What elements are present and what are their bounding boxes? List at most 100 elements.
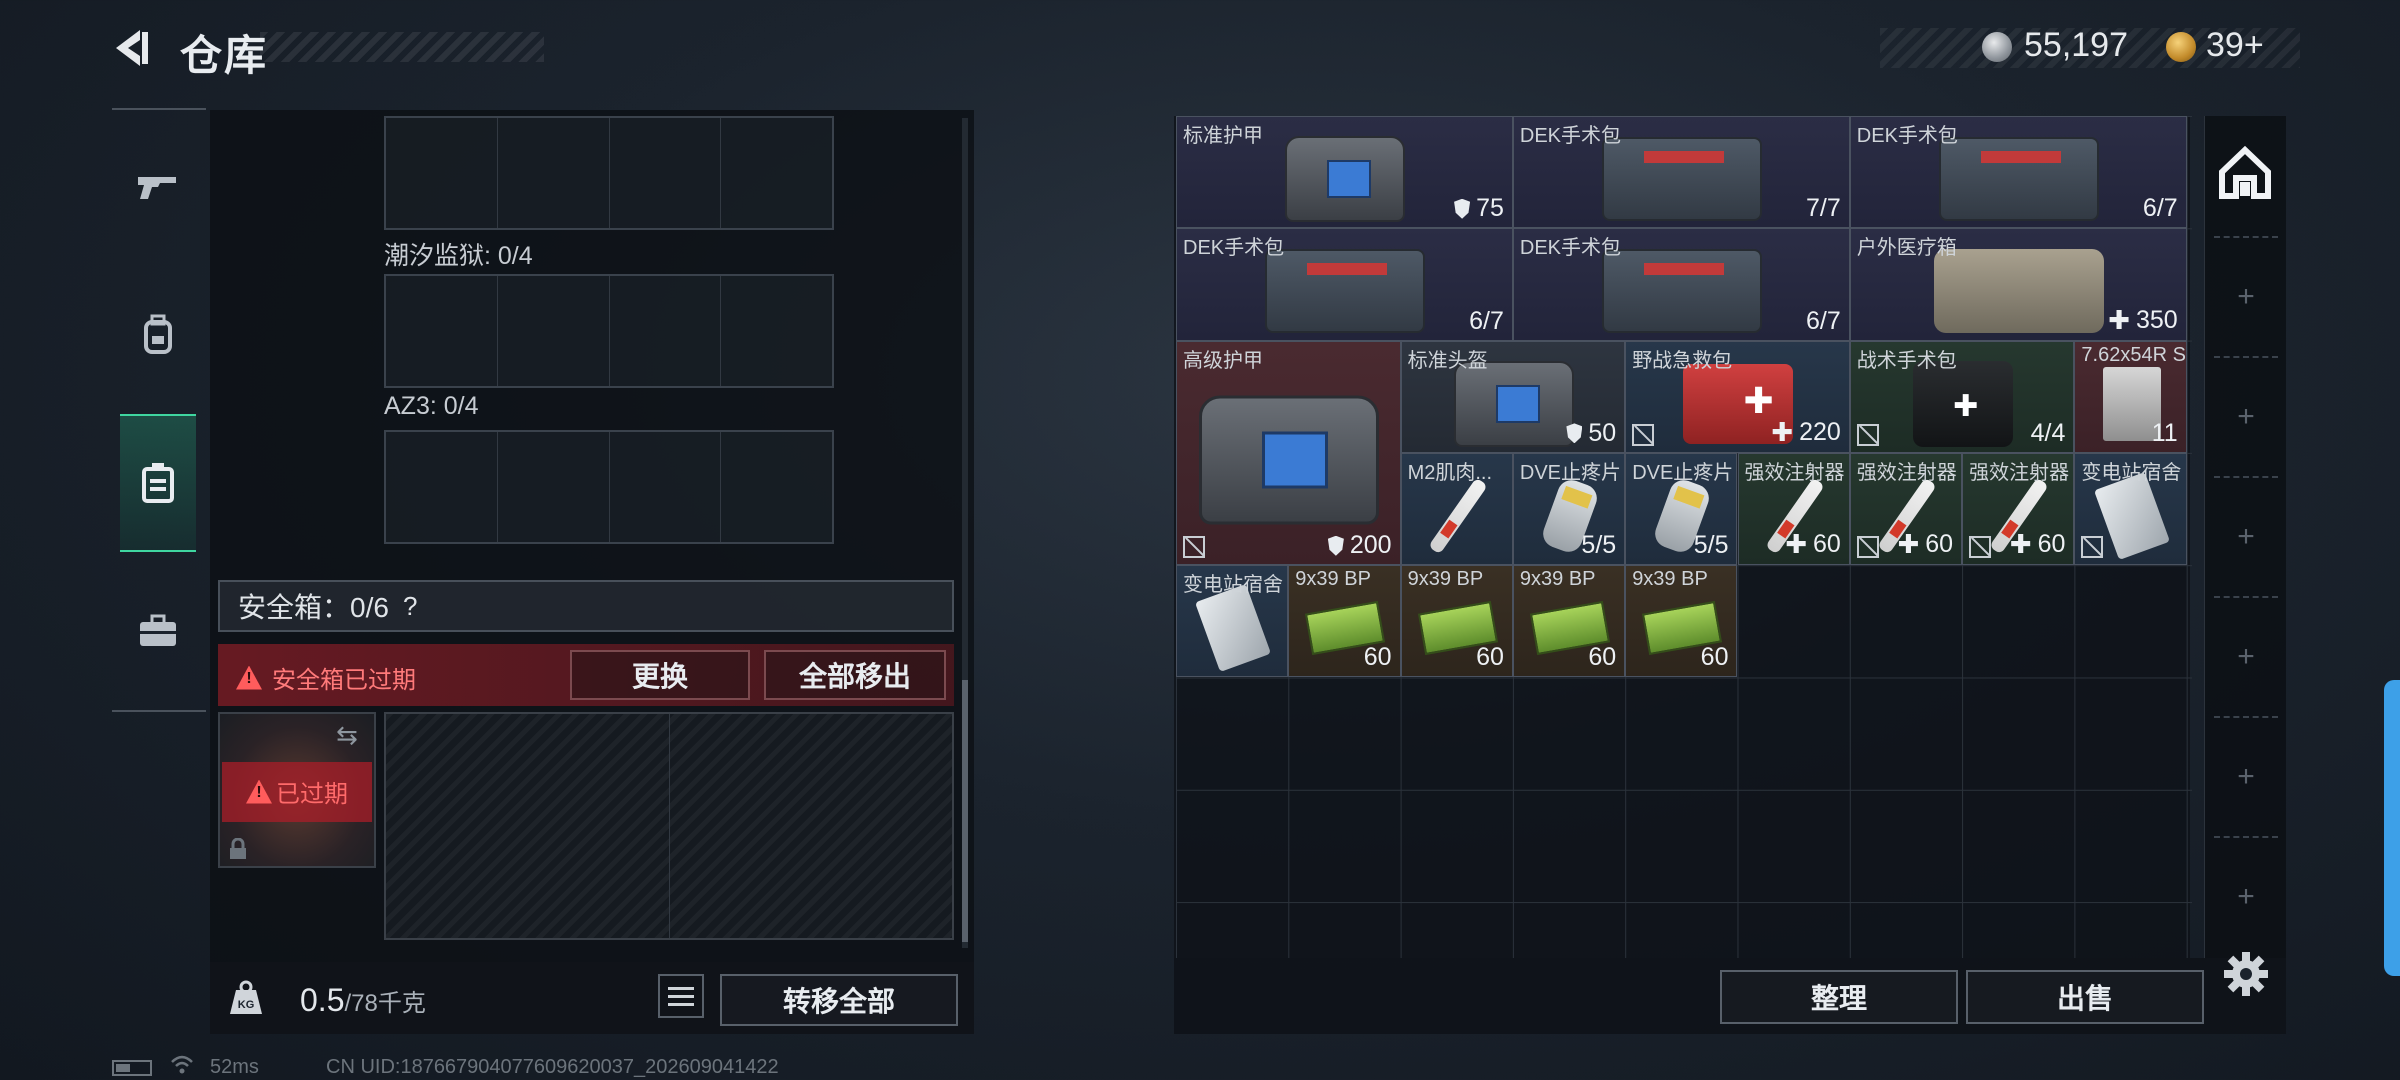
stash-item-value: ✚ 60 (2010, 529, 2066, 560)
nav-gear[interactable] (120, 288, 196, 382)
grid-slot[interactable] (386, 276, 498, 386)
stash-item[interactable]: 强效注射器 ✚ 60 (1849, 452, 1963, 566)
gold-amount[interactable]: 39+ (2206, 26, 2264, 65)
weight-readout: 0.5/78千克 (300, 982, 426, 1019)
stash-item[interactable]: DEK手术包 6/7 (1849, 116, 2187, 229)
stash-item-value-text: 4/4 (2030, 418, 2066, 447)
stash-item-value: 6/7 (1806, 307, 1841, 336)
list-view-button[interactable] (658, 974, 704, 1018)
stash-item[interactable]: 户外医疗箱 ✚ 350 (1849, 228, 2187, 341)
stash-item-name: 强效注射器 (1856, 461, 1957, 484)
add-tab-icon[interactable]: + (2234, 402, 2258, 432)
stash-item-value: ✚ 60 (1897, 529, 1953, 560)
grid-slot[interactable] (498, 432, 610, 542)
stash-item[interactable]: DEK手术包 6/7 (1512, 228, 1850, 341)
stash-item-value-text: 75 (1476, 194, 1504, 223)
grid-slot[interactable] (386, 118, 498, 228)
remove-all-button[interactable]: 全部移出 (764, 650, 946, 700)
stash-item[interactable]: DEK手术包 6/7 (1176, 228, 1513, 341)
edge-drawer-tab[interactable] (2384, 680, 2400, 976)
no-insure-icon (1856, 423, 1879, 446)
container-label: 潮汐监狱: 0/4 (384, 242, 533, 270)
add-tab-icon[interactable]: + (2234, 762, 2258, 792)
stash-item[interactable]: DEK手术包 7/7 (1512, 116, 1850, 229)
safe-slot[interactable] (670, 714, 953, 938)
stash-item-name: DVE止疼片 (1632, 461, 1734, 484)
stash-item-value-text: 220 (1799, 417, 1841, 446)
grid-slot[interactable] (610, 432, 722, 542)
stash-item[interactable]: 高级护甲 200 (1176, 340, 1401, 566)
container-grid[interactable] (384, 430, 834, 544)
replace-button[interactable]: 更换 (570, 650, 750, 700)
grid-slot[interactable] (721, 118, 832, 228)
stash-item[interactable]: 9x39 BP 60 (1512, 565, 1626, 678)
grid-slot[interactable] (721, 276, 832, 386)
armor-shield-icon (1566, 423, 1583, 444)
stash-item[interactable]: 野战急救包 ✚220 (1625, 340, 1850, 453)
add-tab-icon[interactable]: + (2234, 282, 2258, 312)
expired-notice: 安全箱已过期 (236, 660, 416, 695)
card-item-icon (2093, 472, 2170, 561)
nav-safe-box[interactable] (120, 414, 196, 552)
add-tab-icon[interactable]: + (2234, 882, 2258, 912)
settings-gear-icon[interactable] (2222, 950, 2270, 998)
stash-item-value: 200 (1327, 531, 1392, 560)
grid-slot[interactable] (386, 432, 498, 542)
stash-item[interactable]: 7.62x54R SNB 11 (2074, 340, 2187, 453)
stash-item-value-text: 6/7 (1469, 306, 1504, 335)
stash-item[interactable]: 9x39 BP 60 (1400, 565, 1513, 678)
grid-slot[interactable] (610, 276, 722, 386)
stash-item-value: 11 (2152, 419, 2178, 448)
stash-item-value: 6/7 (2143, 194, 2178, 223)
stash-item[interactable]: M2肌肉... (1400, 452, 1513, 566)
transfer-all-button[interactable]: 转移全部 (720, 974, 958, 1026)
safe-slot[interactable] (386, 714, 670, 938)
swap-icon[interactable]: ⇆ (336, 720, 358, 751)
nav-weapon[interactable] (120, 140, 196, 234)
stash-item-value-text: 60 (1363, 643, 1392, 672)
grid-slot[interactable] (721, 432, 832, 542)
stash-item-value: 50 (1566, 419, 1616, 448)
expired-badge: 已过期 (246, 774, 348, 809)
home-stash-icon[interactable] (2218, 146, 2272, 200)
grid-slot[interactable] (498, 276, 610, 386)
help-icon[interactable]: ? (403, 591, 417, 622)
nav-toolbox[interactable] (120, 584, 196, 678)
stash-item-value-text: 6/7 (1806, 306, 1841, 335)
add-tab-icon[interactable]: + (2234, 642, 2258, 672)
grid-slot[interactable] (610, 118, 722, 228)
kit-item-icon (1602, 249, 1763, 334)
no-insure-icon (1856, 536, 1879, 559)
sell-button[interactable]: 出售 (1966, 970, 2204, 1024)
stash-item[interactable]: DVE止疼片 5/5 (1625, 452, 1738, 566)
stash-item[interactable]: 强效注射器 ✚ 60 (1737, 452, 1850, 566)
stash-item[interactable]: 变电站宿舍 (2074, 452, 2187, 566)
container-grid[interactable] (384, 116, 834, 230)
stash-item[interactable]: 标准头盔 50 (1400, 340, 1626, 453)
grid-slot[interactable] (498, 118, 610, 228)
add-tab-icon[interactable]: + (2234, 522, 2258, 552)
case-icon (142, 463, 174, 503)
blackkit-item-icon (1913, 360, 2014, 447)
backpack-icon (144, 314, 172, 354)
stash-item-value-text: 350 (2135, 305, 2178, 334)
stash-item[interactable]: 战术手术包 4/4 (1849, 340, 2075, 453)
heal-plus-icon: ✚ (2108, 304, 2130, 335)
stash-item[interactable]: 变电站宿舍 (1176, 565, 1289, 678)
stash-item-value-text: 60 (1812, 530, 1841, 559)
back-arrow-icon[interactable] (110, 26, 154, 70)
pouch-item-icon (1934, 249, 2105, 334)
stash-item[interactable]: 标准护甲 75 (1176, 116, 1513, 229)
stash-item-value-text: 7/7 (1806, 194, 1841, 223)
stash-item[interactable]: DVE止疼片 5/5 (1512, 452, 1626, 566)
stash-item[interactable]: 9x39 BP 60 (1288, 565, 1401, 678)
safe-box-slots[interactable] (384, 712, 954, 940)
sort-button[interactable]: 整理 (1720, 970, 1958, 1024)
container-grid[interactable] (384, 274, 834, 388)
stash-item[interactable]: 强效注射器 ✚ 60 (1962, 452, 2075, 566)
stash-item-value: ✚ 60 (1785, 529, 1841, 560)
panel-scrollbar-thumb[interactable] (962, 680, 968, 942)
stash-item-name: 野战急救包 (1632, 349, 1733, 372)
stash-item-name: 9x39 BP (1407, 568, 1484, 591)
stash-item[interactable]: 9x39 BP 60 (1625, 565, 1738, 678)
